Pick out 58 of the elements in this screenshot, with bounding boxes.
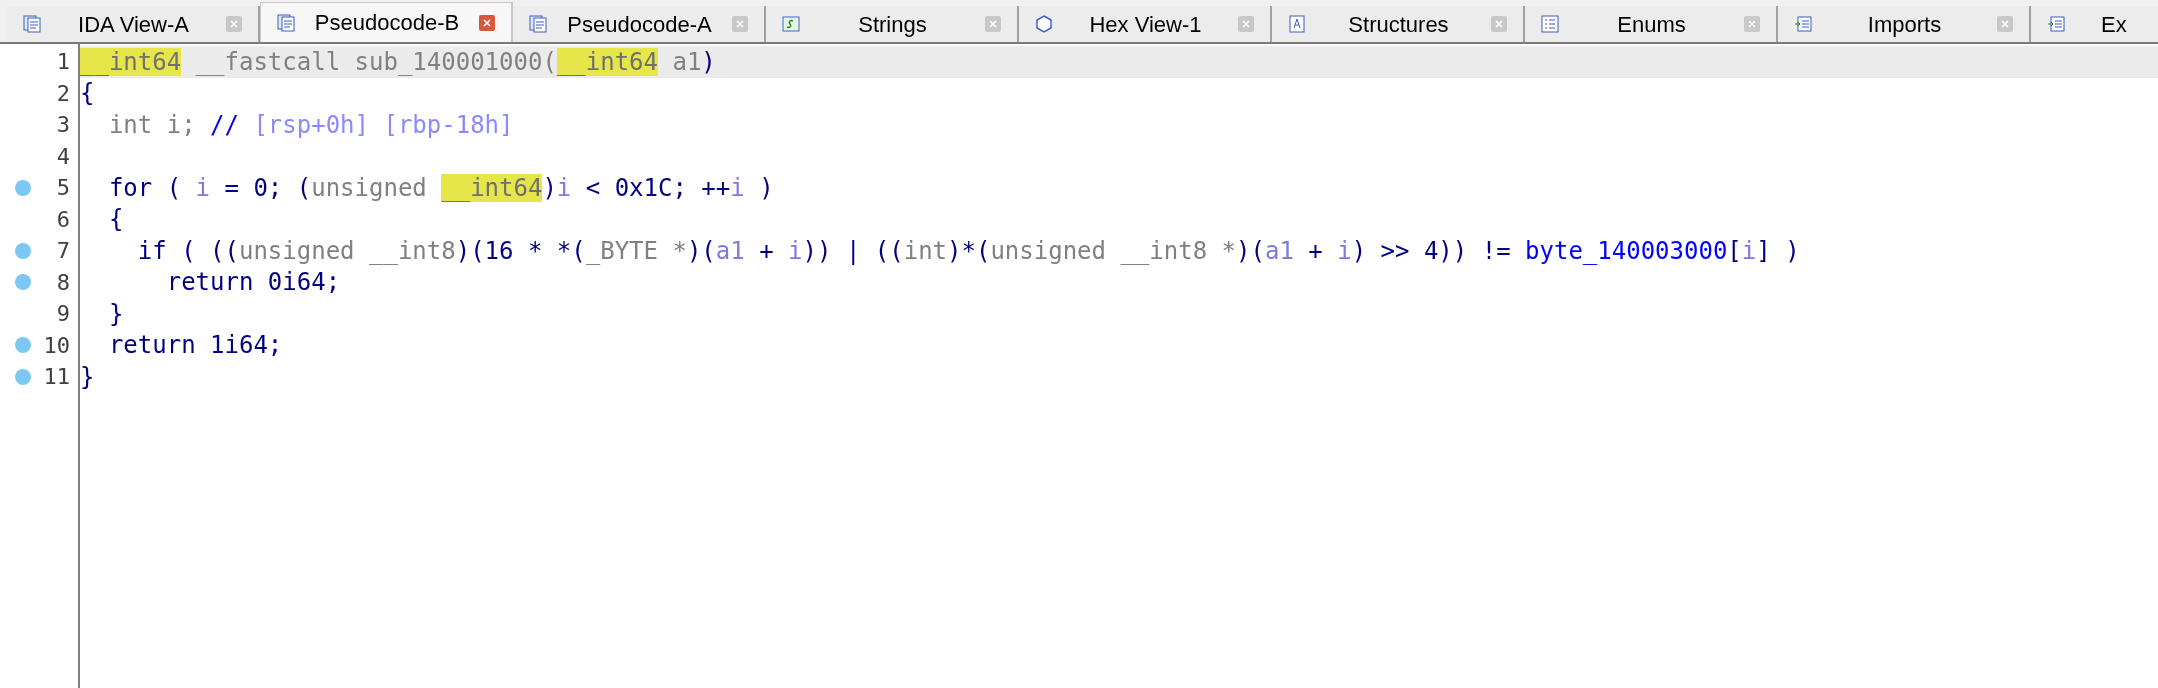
code-line: } (107, 298, 124, 329)
line-number: 1 (55, 48, 70, 77)
line-number: 8 (55, 268, 70, 297)
line-number: 9 (55, 300, 70, 329)
close-icon[interactable] (1491, 16, 1507, 32)
code-line: { (107, 204, 124, 235)
line-number: 4 (55, 142, 70, 171)
close-icon[interactable] (1744, 16, 1760, 32)
tab-label: Structures (1347, 10, 1450, 39)
breakpoint-icon[interactable] (15, 242, 31, 259)
line-number: 10 (42, 331, 70, 360)
tab-label: Imports (1866, 10, 1943, 39)
close-icon[interactable] (1238, 16, 1254, 32)
code-line: int i; // [rsp+0h] [rbp-18h] (107, 109, 514, 140)
tab[interactable]: Pseudocode-B (260, 2, 513, 42)
hexagon-icon (1035, 15, 1053, 33)
tab-label: Pseudocode-A (566, 10, 713, 39)
breakpoint-icon[interactable] (15, 179, 31, 196)
tab[interactable]: Strings (766, 6, 1019, 42)
close-icon[interactable] (1997, 16, 2013, 32)
document-icon (23, 15, 41, 33)
tab-label: Strings (857, 10, 928, 39)
document-icon (277, 13, 295, 32)
code-line: } (80, 361, 95, 392)
tab[interactable]: Enums (1525, 6, 1778, 42)
close-icon[interactable] (732, 16, 748, 32)
code-line: return 1i64; (107, 330, 283, 361)
close-icon[interactable] (226, 16, 242, 32)
line-number: 11 (42, 363, 70, 392)
tab-label: IDA View-A (77, 10, 190, 39)
close-icon[interactable] (985, 16, 1001, 32)
breakpoint-icon[interactable] (15, 337, 31, 354)
tab-label: Ex (2101, 10, 2127, 39)
tab[interactable]: IDA View-A (7, 6, 260, 42)
tab[interactable]: Imports (1778, 6, 2031, 42)
list-icon (1541, 15, 1559, 33)
breakpoint-icon[interactable] (15, 274, 31, 291)
line-number: 2 (55, 79, 70, 108)
code-line: if ( ((unsigned __int8)(16 * *(_BYTE *)(a1 + i)) | ((int)*(unsigned __int8 *)(a1 + i) >> 4)) != byte_140003000[i] ) (136, 235, 1800, 266)
line-number: 6 (55, 205, 70, 234)
tab[interactable]: Ex (2031, 6, 2158, 42)
line-number: 5 (55, 174, 70, 203)
structure-icon (1288, 15, 1306, 33)
document-icon (529, 15, 547, 33)
strings-icon (782, 15, 800, 33)
tab-label: Hex View-1 (1088, 10, 1203, 39)
line-number: 3 (55, 111, 70, 140)
tab-label: Enums (1616, 10, 1687, 39)
tab-label: Pseudocode-B (313, 9, 461, 37)
close-icon[interactable] (479, 14, 495, 31)
line-number: 7 (55, 237, 70, 266)
tab[interactable]: Structures (1272, 6, 1525, 42)
breakpoint-icon[interactable] (15, 368, 31, 385)
tab[interactable]: Hex View-1 (1019, 6, 1272, 42)
code-line: return 0i64; (165, 267, 341, 298)
code-line: { (80, 78, 95, 109)
code-line: for ( i = 0; (unsigned __int64)i < 0x1C; ++i ) (107, 172, 774, 203)
tab[interactable]: Pseudocode-A (513, 6, 766, 42)
